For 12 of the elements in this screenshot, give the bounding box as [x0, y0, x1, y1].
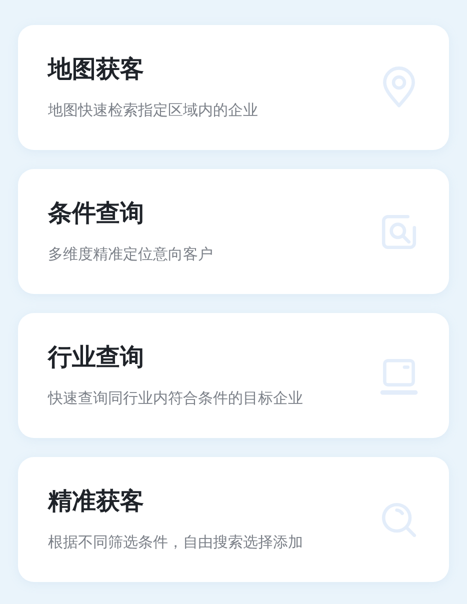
card-subtitle: 多维度精准定位意向客户: [48, 244, 213, 264]
feature-card[interactable]: 精准获客 根据不同筛选条件，自由搜索选择添加: [18, 457, 449, 582]
feature-card[interactable]: 行业查询 快速查询同行业内符合条件的目标企业: [18, 313, 449, 438]
card-title: 条件查询: [48, 198, 145, 228]
card-subtitle: 根据不同筛选条件，自由搜索选择添加: [48, 532, 303, 552]
card-title: 行业查询: [48, 342, 145, 372]
feature-card[interactable]: 地图获客 地图快速检索指定区域内的企业: [18, 25, 449, 150]
card-subtitle: 地图快速检索指定区域内的企业: [48, 100, 258, 120]
feature-card[interactable]: 条件查询 多维度精准定位意向客户: [18, 169, 449, 294]
card-subtitle: 快速查询同行业内符合条件的目标企业: [48, 388, 303, 408]
card-title: 精准获客: [48, 486, 145, 516]
card-title: 地图获客: [48, 54, 145, 84]
